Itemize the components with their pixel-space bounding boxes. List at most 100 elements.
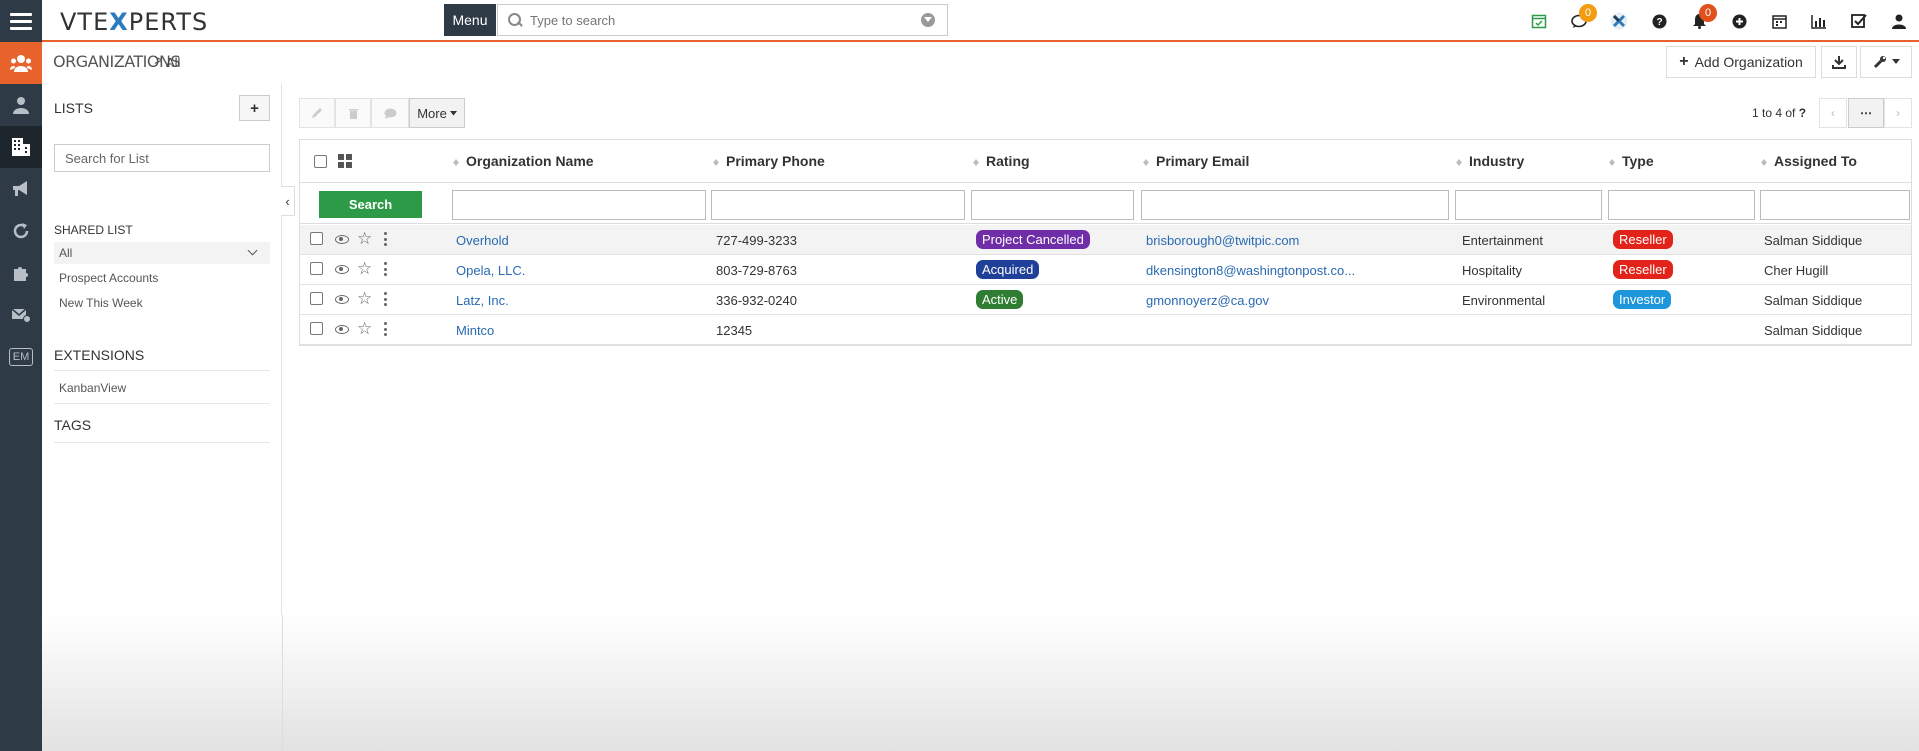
row-checkbox[interactable] [310, 292, 323, 305]
filter-industry-input[interactable] [1455, 190, 1602, 220]
filter-primary-phone-input[interactable] [711, 190, 965, 220]
reports-chart-icon[interactable] [1799, 0, 1839, 42]
list-item-new-this-week[interactable]: New This Week [54, 292, 270, 314]
search-button[interactable]: Search [319, 191, 422, 218]
filter-rating-input[interactable] [971, 190, 1134, 220]
star-icon[interactable]: ☆ [357, 290, 372, 307]
breadcrumb-view[interactable]: All [166, 55, 180, 70]
pagination-total[interactable]: ? [1799, 106, 1806, 120]
table-row[interactable]: ☆ Opela, LLC. 803-729-8763 Acquired dken… [300, 255, 1911, 285]
column-header-assigned-to[interactable]: Assigned To [1761, 153, 1857, 169]
kebab-menu-icon[interactable] [384, 292, 387, 306]
eye-icon[interactable] [335, 265, 349, 274]
import-download-button[interactable] [1821, 46, 1857, 78]
email-settings-icon[interactable] [0, 294, 42, 336]
contact-person-icon[interactable] [0, 84, 42, 126]
comment-button[interactable] [371, 98, 409, 128]
eye-icon[interactable] [335, 295, 349, 304]
menu-button[interactable]: Menu [444, 4, 496, 36]
column-header-rating[interactable]: Rating [973, 153, 1030, 169]
add-organization-button[interactable]: + Add Organization [1666, 46, 1816, 78]
shared-list-heading: SHARED LIST [54, 223, 133, 237]
hamburger-menu-icon[interactable] [0, 0, 42, 42]
caret-down-icon [1891, 59, 1900, 64]
global-search-input[interactable] [530, 12, 921, 28]
column-header-type[interactable]: Type [1609, 153, 1654, 169]
vtexperts-logo[interactable]: VTEXPERTS [60, 8, 208, 36]
help-icon[interactable]: ? [1639, 0, 1679, 42]
more-actions-dropdown[interactable]: More [409, 98, 465, 128]
divider [54, 370, 270, 371]
star-icon[interactable]: ☆ [357, 230, 372, 247]
primary-email-link[interactable]: dkensington8@washingtonpost.co... [1146, 263, 1355, 278]
previous-page-button[interactable]: ‹ [1819, 98, 1847, 128]
eye-icon[interactable] [335, 325, 349, 334]
contacts-group-icon[interactable] [0, 42, 42, 84]
filter-assigned-to-input[interactable] [1760, 190, 1910, 220]
table-row[interactable]: ☆ Mintco 12345 Salman Siddique [300, 315, 1911, 345]
calendar-icon[interactable] [1759, 0, 1799, 42]
wrench-icon [1873, 56, 1886, 69]
refresh-cycle-icon[interactable] [0, 210, 42, 252]
primary-email-link[interactable]: gmonnoyerz@ca.gov [1146, 293, 1269, 308]
list-item-prospect-accounts[interactable]: Prospect Accounts [54, 267, 270, 289]
sort-icon [973, 156, 980, 166]
extension-item-kanbanview[interactable]: KanbanView [54, 377, 270, 399]
chevron-down-icon[interactable] [247, 245, 258, 256]
industry: Hospitality [1462, 263, 1522, 278]
row-checkbox[interactable] [310, 262, 323, 275]
assigned-to: Salman Siddique [1764, 323, 1863, 338]
organization-name-link[interactable]: Opela, LLC. [456, 263, 525, 278]
column-header-industry[interactable]: Industry [1456, 153, 1524, 169]
settings-wrench-button[interactable] [1860, 46, 1912, 78]
organization-name-link[interactable]: Latz, Inc. [456, 293, 509, 308]
list-item-all[interactable]: All [54, 242, 270, 264]
sort-icon [1609, 156, 1616, 166]
kebab-menu-icon[interactable] [384, 322, 387, 336]
star-icon[interactable]: ☆ [357, 320, 372, 337]
row-checkbox[interactable] [310, 232, 323, 245]
select-all-checkbox[interactable] [314, 155, 327, 168]
column-header-organization-name[interactable]: Organization Name [453, 153, 594, 169]
star-icon[interactable]: ☆ [357, 260, 372, 277]
delete-trash-button[interactable] [335, 98, 371, 128]
filter-type-input[interactable] [1608, 190, 1755, 220]
kebab-menu-icon[interactable] [384, 262, 387, 276]
organization-name-link[interactable]: Overhold [456, 233, 509, 248]
global-search [497, 4, 948, 36]
column-settings-icon[interactable] [338, 154, 352, 168]
calendar-check-icon[interactable] [1519, 0, 1559, 42]
quick-create-plus-icon[interactable] [1719, 0, 1759, 42]
page-jump-button[interactable]: ⋯ [1848, 98, 1884, 128]
organizations-building-icon[interactable] [0, 126, 42, 168]
table-row[interactable]: ☆ Overhold 727-499-3233 Project Cancelle… [300, 225, 1911, 255]
campaigns-megaphone-icon[interactable] [0, 168, 42, 210]
chat-icon[interactable]: 0 [1559, 0, 1599, 42]
extensions-heading: EXTENSIONS [54, 347, 145, 363]
user-profile-icon[interactable] [1879, 0, 1919, 42]
eye-icon[interactable] [335, 235, 349, 244]
filter-primary-email-input[interactable] [1141, 190, 1449, 220]
em-module-icon[interactable]: EM [0, 336, 42, 378]
edit-pencil-button[interactable] [299, 98, 335, 128]
lists-heading: LISTS [54, 100, 93, 116]
organization-name-link[interactable]: Mintco [456, 323, 494, 338]
vtx-icon[interactable] [1599, 0, 1639, 42]
list-search-input[interactable]: Search for List [54, 144, 270, 172]
tasks-checkbox-icon[interactable] [1839, 0, 1879, 42]
row-checkbox[interactable] [310, 322, 323, 335]
primary-email-link[interactable]: brisborough0@twitpic.com [1146, 233, 1299, 248]
collapse-sidebar-toggle[interactable]: ‹ [281, 186, 295, 216]
column-header-primary-phone[interactable]: Primary Phone [713, 153, 825, 169]
table-row[interactable]: ☆ Latz, Inc. 336-932-0240 Active gmonnoy… [300, 285, 1911, 315]
add-list-button[interactable]: + [239, 95, 270, 121]
search-filter-row: Search [300, 184, 1911, 224]
column-header-primary-email[interactable]: Primary Email [1143, 153, 1249, 169]
search-options-dropdown-icon[interactable] [921, 13, 935, 27]
filter-organization-name-input[interactable] [452, 190, 706, 220]
next-page-button[interactable]: › [1884, 98, 1912, 128]
primary-phone: 803-729-8763 [716, 263, 797, 278]
extensions-puzzle-icon[interactable] [0, 252, 42, 294]
kebab-menu-icon[interactable] [384, 232, 387, 246]
notifications-bell-icon[interactable]: 0 [1679, 0, 1719, 42]
